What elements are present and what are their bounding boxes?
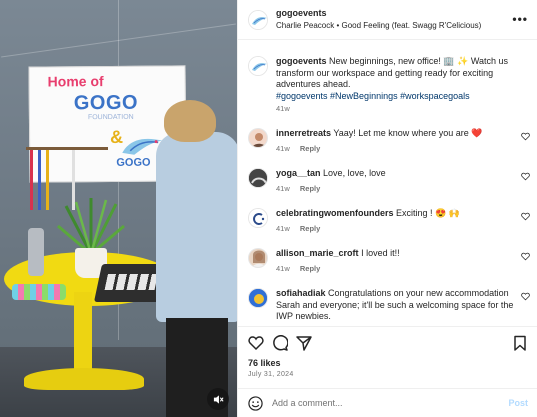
comment-username[interactable]: yoga__tan [276, 168, 321, 178]
post-date: July 31, 2024 [248, 371, 294, 378]
comment-body: allison_marie_croft I loved it!! [276, 248, 518, 260]
sign-home-text: Home of [47, 73, 104, 90]
reply-button[interactable]: Reply [300, 224, 320, 233]
comment-time: 41w [276, 264, 290, 273]
post-header: gogoevents Charlie Peacock • Good Feelin… [238, 0, 537, 40]
water-bottle [28, 228, 44, 276]
comment-username[interactable]: innerretreats [276, 128, 331, 138]
reply-button[interactable]: Reply [300, 184, 320, 193]
header-username[interactable]: gogoevents [276, 8, 327, 18]
caption-hashtags[interactable]: #gogoevents #NewBeginnings #workspacegoa… [276, 91, 470, 101]
mute-button[interactable] [207, 388, 229, 410]
reply-button[interactable]: Reply [300, 144, 320, 153]
comment-avatar[interactable] [248, 168, 268, 188]
post-comment-button[interactable]: Post [508, 398, 528, 408]
comments-section[interactable]: gogoevents New beginnings, new office! 🏢… [238, 48, 537, 324]
person-hair [164, 100, 216, 142]
caption-avatar[interactable] [248, 56, 268, 76]
gogo-logo-icon [249, 57, 267, 75]
person [150, 100, 237, 417]
user-photo-icon [252, 133, 266, 147]
more-options-icon[interactable]: ••• [512, 12, 528, 26]
gogo-logo-icon [249, 11, 267, 29]
send-icon[interactable] [296, 335, 312, 351]
comment-like-heart-icon[interactable] [521, 252, 530, 261]
add-comment-bar: Add a comment... Post [238, 388, 537, 417]
sign-gogo-small-text: GOGO [116, 156, 151, 169]
comment-body: innerretreats Yaay! Let me know where yo… [276, 128, 518, 140]
user-photo-icon [252, 250, 266, 267]
lanyard [30, 150, 33, 210]
lanyard-rack [26, 147, 108, 210]
person-jacket [156, 132, 237, 322]
comment-icon[interactable] [272, 335, 288, 351]
comment-time: 41w [276, 224, 290, 233]
comment-text: I loved it!! [361, 248, 400, 258]
comment-like-heart-icon[interactable] [521, 212, 530, 221]
caption-body: gogoevents New beginnings, new office! 🏢… [276, 56, 518, 102]
table-base [24, 368, 144, 390]
comment-meta: 41w Reply [276, 184, 328, 193]
caption-username[interactable]: gogoevents [276, 56, 327, 66]
add-comment-input[interactable]: Add a comment... [272, 398, 343, 408]
speaker-muted-icon [213, 394, 224, 404]
comment-text: Yaay! Let me know where you are ❤️ [333, 128, 483, 138]
comment-username[interactable]: allison_marie_croft [276, 248, 359, 258]
post-video[interactable]: Home of GOGO FOUNDATION & GOGO [0, 0, 237, 417]
lanyard [46, 150, 49, 210]
comment-body: yoga__tan Love, love, love [276, 168, 518, 180]
comment-avatar[interactable] [248, 248, 268, 268]
comment-username[interactable]: sofiahadiak [276, 288, 326, 298]
caption-meta: 41w [276, 104, 298, 113]
user-photo-icon [249, 289, 267, 307]
comment-username[interactable]: celebratingwomenfounders [276, 208, 394, 218]
post-actions [238, 326, 537, 356]
audio-track-link[interactable]: Charlie Peacock • Good Feeling (feat. Sw… [276, 21, 481, 30]
caption-time: 41w [276, 104, 290, 113]
comment-text: Love, love, love [323, 168, 386, 178]
reply-button[interactable]: Reply [300, 264, 320, 273]
comment-avatar[interactable] [248, 288, 268, 308]
instagram-post: Home of GOGO FOUNDATION & GOGO gogoevent… [0, 0, 537, 417]
comment-text: Exciting ! 😍 🙌 [396, 208, 460, 218]
potted-plant [57, 198, 125, 256]
post-panel: gogoevents Charlie Peacock • Good Feelin… [237, 0, 537, 417]
comment-meta: 41w Reply [276, 144, 328, 153]
likes-count[interactable]: 76 likes [248, 358, 281, 368]
comment-avatar[interactable] [248, 128, 268, 148]
bookmark-icon[interactable] [512, 335, 528, 351]
comment-meta: 41w Reply [276, 264, 328, 273]
comment-like-heart-icon[interactable] [521, 292, 530, 301]
emoji-icon[interactable] [248, 396, 263, 411]
heart-icon[interactable] [248, 335, 264, 351]
user-photo-icon [249, 209, 267, 227]
colorful-toys [12, 284, 66, 300]
profile-avatar[interactable] [248, 10, 268, 30]
comment-time: 41w [276, 184, 290, 193]
comment-meta: 41w Reply [276, 224, 328, 233]
comment-like-heart-icon[interactable] [521, 132, 530, 141]
sign-foundation-text: FOUNDATION [87, 113, 134, 122]
user-photo-icon [249, 169, 267, 187]
lanyard [38, 150, 41, 210]
comment-like-heart-icon[interactable] [521, 172, 530, 181]
comment-avatar[interactable] [248, 208, 268, 228]
sign-gogo-text: GOGO [73, 91, 139, 115]
comment-body: celebratingwomenfounders Exciting ! 😍 🙌 [276, 208, 518, 220]
comment-time: 41w [276, 144, 290, 153]
comment-body: sofiahadiak Congratulations on your new … [276, 288, 518, 323]
